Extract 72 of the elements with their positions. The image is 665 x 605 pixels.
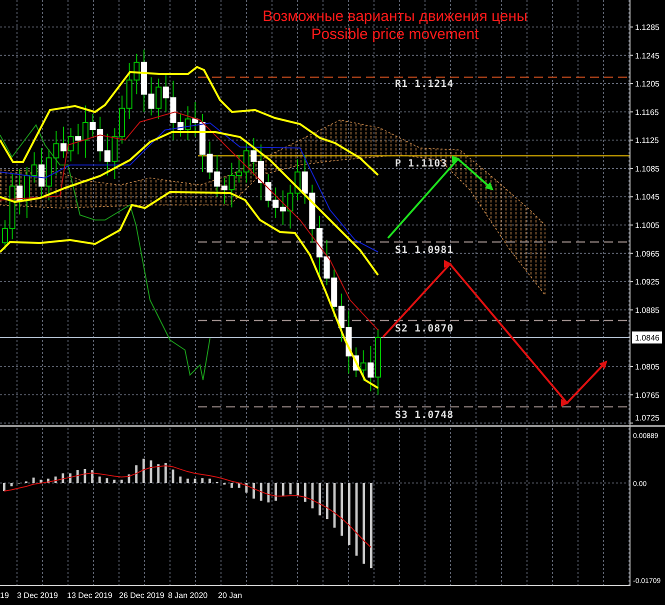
histogram-bar [40, 480, 42, 483]
histogram-bar [333, 483, 336, 528]
histogram-bar [318, 483, 322, 516]
histogram-bar [296, 483, 299, 496]
price-label: 1.0885 [635, 306, 660, 315]
price-label: 1.1085 [635, 164, 660, 174]
histogram-bar [238, 483, 240, 488]
current-price-badge: 1.0846 [632, 331, 662, 344]
histogram-bar [106, 478, 108, 483]
price-label: 1.1125 [635, 136, 659, 146]
histogram-bar [3, 483, 6, 492]
histogram-bar [340, 483, 344, 536]
level-label: R1 1.1214 [395, 79, 454, 90]
histogram-bar [260, 483, 262, 501]
price-label: 1.1045 [635, 192, 660, 202]
price-label: 1.0925 [635, 278, 660, 287]
level-label: S1 1.0981 [395, 245, 454, 256]
histogram-bar [142, 458, 145, 483]
histogram-bar [128, 474, 130, 483]
histogram-bar [186, 478, 189, 483]
histogram-bar [230, 483, 233, 488]
price-label: 1.1205 [635, 80, 660, 89]
date-label: 26 Dec 2019 [119, 591, 164, 600]
histogram-bar [76, 470, 79, 483]
histogram-bar [91, 470, 94, 483]
histogram-bar [164, 463, 167, 483]
price-label: 1.0805 [635, 362, 660, 372]
level-label: S2 1.0870 [395, 324, 454, 334]
histogram-bar [47, 478, 50, 483]
price-label: 1.0725 [635, 414, 660, 422]
histogram-bar [267, 483, 270, 502]
histogram-bar [150, 460, 152, 483]
date-label: 3 Dec 2019 [17, 591, 58, 600]
price-label: 1.1165 [635, 108, 659, 117]
histogram-bar [32, 478, 35, 483]
price-label: 1.1005 [635, 221, 660, 230]
price-label: 1.0965 [635, 249, 660, 258]
histogram-bar [282, 483, 284, 496]
histogram-bar [304, 483, 306, 502]
histogram-bar [179, 476, 182, 483]
chart-title: Возможные варианты движения цены [262, 8, 528, 25]
histogram-bar [10, 483, 13, 486]
date-label: 19 [0, 591, 9, 600]
histogram-bar [274, 483, 277, 501]
histogram-bar [98, 476, 101, 483]
chart-title: Possible price movement [311, 26, 479, 43]
level-label: S3 1.0748 [395, 410, 454, 421]
histogram-bar [62, 473, 64, 483]
price-label: 1.0765 [635, 390, 660, 400]
histogram-bar [157, 464, 160, 483]
histogram-bar [289, 483, 292, 494]
level-label: P 1.1103 [395, 158, 448, 170]
date-label: 13 Dec 2019 [67, 591, 112, 600]
histogram-bar [113, 480, 116, 483]
histogram-bar [252, 483, 255, 499]
histogram-bar [172, 470, 174, 483]
price-label: 1.1285 [635, 23, 660, 32]
histogram-bar [208, 478, 211, 483]
histogram-bar [135, 465, 138, 483]
histogram-bar [120, 480, 123, 483]
histogram-bar [194, 478, 196, 483]
histogram-bar [348, 483, 350, 545]
date-label: 20 Jan [218, 591, 242, 600]
histogram-bar [54, 476, 57, 483]
histogram-bar [69, 473, 72, 483]
histogram-bar [245, 483, 248, 493]
histogram-bar [311, 483, 314, 508]
histogram-bar [84, 469, 86, 483]
histogram-bar [201, 478, 204, 483]
histogram-bar [326, 483, 328, 520]
date-label: 8 Jan 2020 [168, 591, 208, 600]
price-label: 1.1245 [635, 51, 660, 60]
